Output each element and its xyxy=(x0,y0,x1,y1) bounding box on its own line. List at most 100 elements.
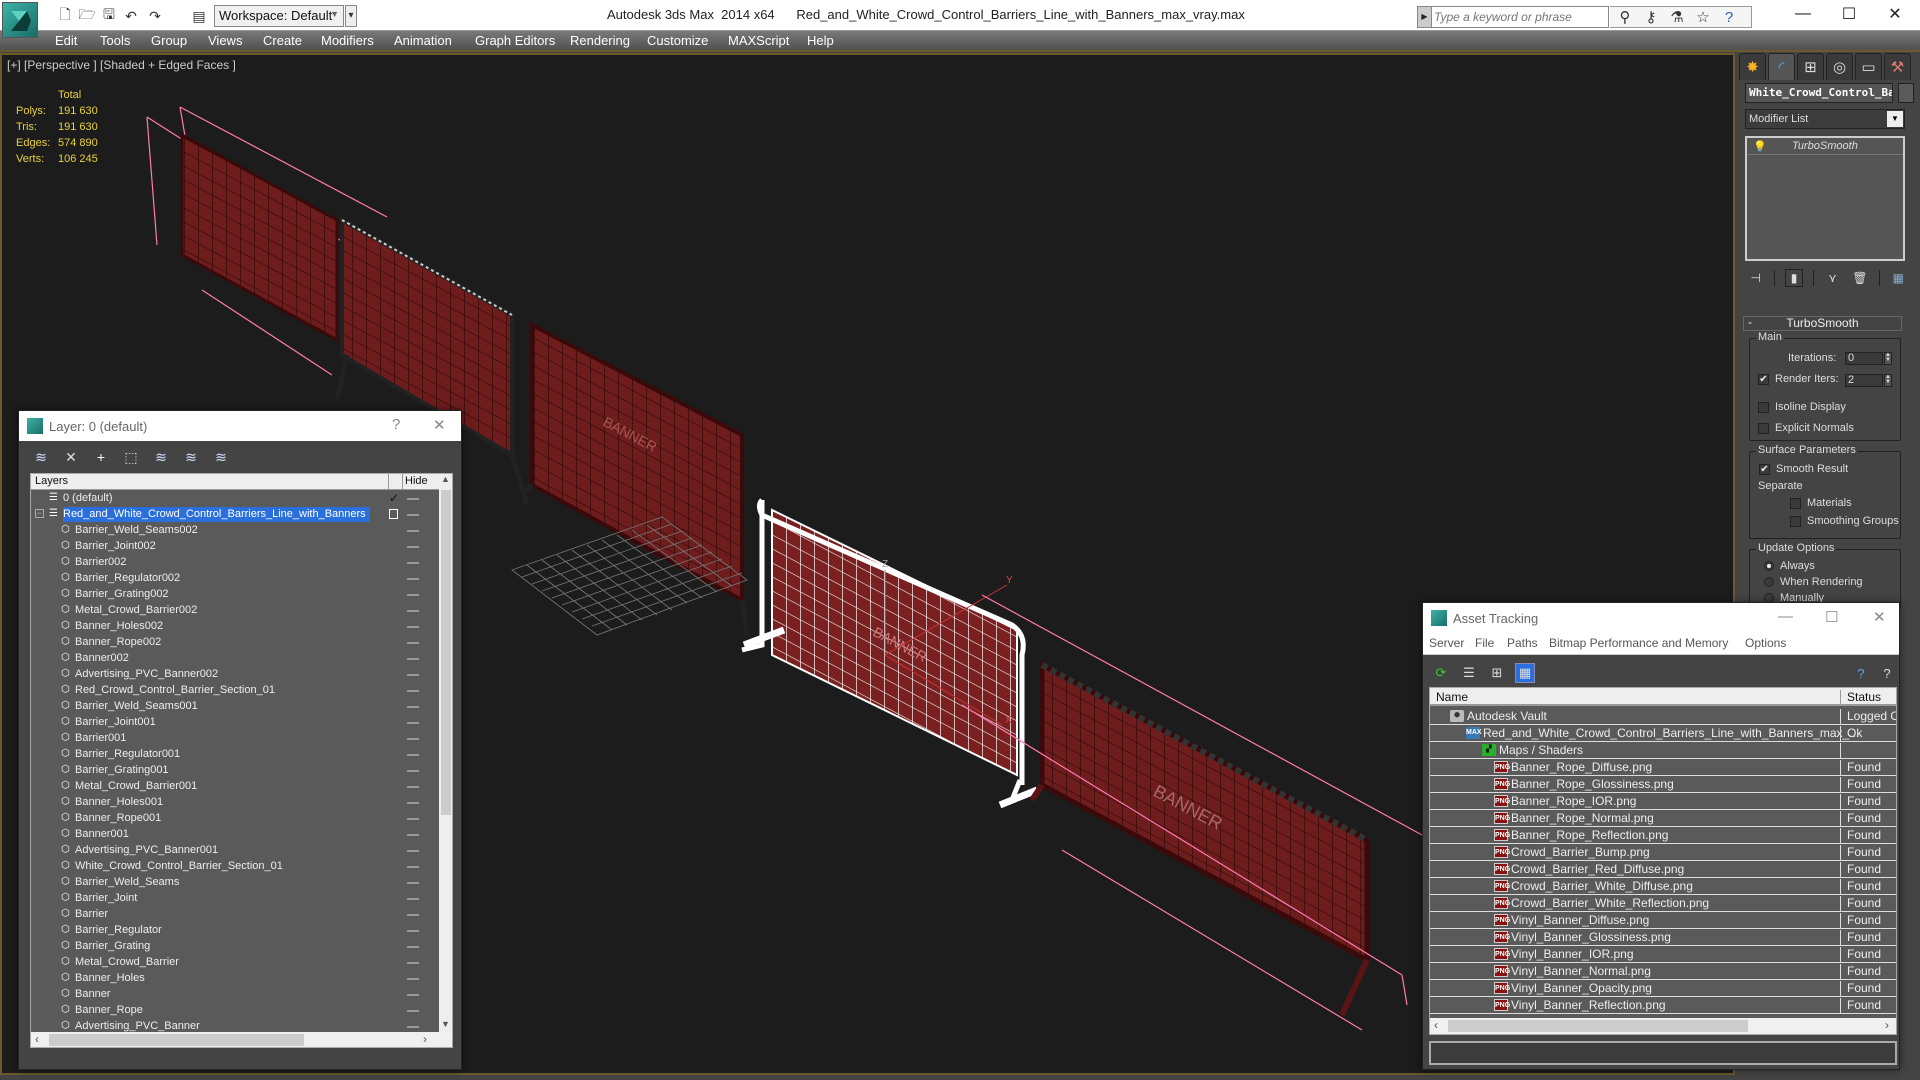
layer-row[interactable]: − ☰ Red_and_White_Crowd_Control_Barriers_L… xyxy=(31,507,439,523)
hide-toggle[interactable] xyxy=(407,738,419,740)
scroll-up-icon[interactable]: ▲ xyxy=(441,474,450,484)
layer-object-row[interactable]: ⬡ Barrier002 xyxy=(31,555,439,571)
column-hide[interactable]: Hide xyxy=(405,475,428,487)
app-menu-button[interactable] xyxy=(2,2,38,38)
layer-row[interactable]: ☰ 0 (default) ✓ xyxy=(31,491,439,507)
remove-modifier-icon[interactable]: 🗑 xyxy=(1851,269,1868,287)
hide-toggle[interactable] xyxy=(407,930,419,932)
render-iters-checkbox[interactable]: ✔ xyxy=(1758,374,1769,385)
asset-row[interactable]: PNG Vinyl_Banner_Reflection.png Found xyxy=(1430,997,1896,1014)
undo-icon[interactable]: ↶ xyxy=(122,7,140,25)
asset-menu-bitmap-performance[interactable]: Bitmap Performance and Memory xyxy=(1549,636,1728,650)
context-help-icon[interactable]: ? xyxy=(1877,663,1897,683)
layer-object-row[interactable]: ⬡ Banner_Holes001 xyxy=(31,795,439,811)
hide-toggle[interactable] xyxy=(407,722,419,724)
menu-edit[interactable]: Edit xyxy=(55,33,77,48)
layer-object-row[interactable]: ⬡ Barrier_Regulator002 xyxy=(31,571,439,587)
menu-graph-editors[interactable]: Graph Editors xyxy=(475,33,555,48)
refresh-icon[interactable]: ⟳ xyxy=(1431,663,1451,683)
layer-object-row[interactable]: ⬡ Barrier_Weld_Seams xyxy=(31,875,439,891)
layer-object-row[interactable]: ⬡ Banner002 xyxy=(31,651,439,667)
scroll-down-icon[interactable]: ▼ xyxy=(441,1019,450,1029)
hide-toggle[interactable] xyxy=(407,1010,419,1012)
layer-object-row[interactable]: ⬡ Banner xyxy=(31,987,439,1003)
asset-row[interactable]: PNG Vinyl_Banner_IOR.png Found xyxy=(1430,946,1896,963)
asset-row[interactable]: ⬢Autodesk Vault Logged Out xyxy=(1430,708,1896,725)
hide-toggle[interactable] xyxy=(407,674,419,676)
vertical-scrollbar[interactable]: ▲ ▼ xyxy=(439,474,452,1032)
hide-toggle[interactable] xyxy=(407,578,419,580)
hide-toggle[interactable] xyxy=(407,1026,419,1028)
help-button[interactable]: ? xyxy=(392,416,400,433)
make-unique-icon[interactable]: ⋎ xyxy=(1824,269,1841,287)
asset-row[interactable]: ▞ Maps / Shaders xyxy=(1430,742,1896,759)
layer-object-row[interactable]: ⬡ Banner001 xyxy=(31,827,439,843)
asset-dialog-titlebar[interactable]: Asset Tracking — ☐ ✕ xyxy=(1423,603,1899,633)
layer-object-row[interactable]: ⬡ Barrier_Weld_Seams001 xyxy=(31,699,439,715)
object-name-field[interactable]: White_Crowd_Control_Ba xyxy=(1745,83,1893,103)
expand-arrow-icon[interactable]: ▶ xyxy=(1418,7,1432,27)
open-file-icon[interactable]: 🗁 xyxy=(78,6,96,25)
horizontal-scrollbar[interactable]: ‹ › xyxy=(1430,1018,1896,1034)
table-view-icon[interactable]: ▦ xyxy=(1515,663,1535,683)
layer-object-row[interactable]: ⬡ Metal_Crowd_Barrier002 xyxy=(31,603,439,619)
layer-properties-icon[interactable]: ≋ xyxy=(211,447,231,467)
column-layers[interactable]: Layers xyxy=(35,475,68,487)
asset-row[interactable]: PNG Crowd_Barrier_White_Diffuse.png Found xyxy=(1430,878,1896,895)
asset-row[interactable]: PNG Vinyl_Banner_Opacity.png Found xyxy=(1430,980,1896,997)
asset-row[interactable]: PNG Crowd_Barrier_Red_Diffuse.png Found xyxy=(1430,861,1896,878)
asset-row[interactable]: MAX Red_and_White_Crowd_Control_Barriers_… xyxy=(1430,725,1896,742)
object-color-swatch[interactable] xyxy=(1898,83,1914,103)
hide-toggle[interactable] xyxy=(407,834,419,836)
menu-create[interactable]: Create xyxy=(263,33,302,48)
layer-object-row[interactable]: ⬡ Barrier_Regulator001 xyxy=(31,747,439,763)
create-layer-icon[interactable]: ≋ xyxy=(31,447,51,467)
layer-object-row[interactable]: ⬡ Banner_Holes002 xyxy=(31,619,439,635)
hide-toggle[interactable] xyxy=(407,866,419,868)
close-button[interactable]: ✕ xyxy=(1872,0,1918,28)
set-current-layer-box[interactable] xyxy=(389,509,398,519)
select-layer-icon[interactable]: ≋ xyxy=(151,447,171,467)
modify-tab-icon[interactable]: ◜ xyxy=(1768,53,1795,80)
motion-tab-icon[interactable]: ◎ xyxy=(1826,53,1853,80)
scroll-thumb[interactable] xyxy=(441,490,451,815)
stack-item-turbosmooth[interactable]: 💡 TurboSmooth xyxy=(1747,138,1903,155)
asset-row[interactable]: PNG Crowd_Barrier_White_Reflection.png Fou… xyxy=(1430,895,1896,912)
layer-object-row[interactable]: ⬡ Metal_Crowd_Barrier xyxy=(31,955,439,971)
hide-toggle[interactable] xyxy=(407,498,419,500)
hide-toggle[interactable] xyxy=(407,562,419,564)
display-tab-icon[interactable]: ▭ xyxy=(1855,53,1882,80)
hide-toggle[interactable] xyxy=(407,962,419,964)
scroll-left-icon[interactable]: ‹ xyxy=(1434,1018,1438,1032)
hide-toggle[interactable] xyxy=(407,914,419,916)
hide-toggle[interactable] xyxy=(407,546,419,548)
isoline-display-checkbox[interactable] xyxy=(1758,402,1769,413)
scroll-thumb[interactable] xyxy=(49,1034,304,1046)
hide-toggle[interactable] xyxy=(407,850,419,852)
select-objects-icon[interactable]: ⬚ xyxy=(121,447,141,467)
layer-dialog-titlebar[interactable]: Layer: 0 (default) ? ✕ xyxy=(19,411,461,441)
layer-object-row[interactable]: ⬡ Barrier_Grating xyxy=(31,939,439,955)
minimize-button[interactable]: — xyxy=(1778,608,1793,625)
turbosmooth-rollout-header[interactable]: - TurboSmooth xyxy=(1743,316,1902,331)
render-iters-spinner[interactable]: 2 xyxy=(1845,374,1883,387)
layer-object-row[interactable]: ⬡ Barrier_Regulator xyxy=(31,923,439,939)
help-globe-icon[interactable]: ? xyxy=(1851,663,1871,683)
hide-toggle[interactable] xyxy=(407,706,419,708)
list-view-icon[interactable]: ☰ xyxy=(1459,663,1479,683)
help-icon[interactable]: ? xyxy=(1720,8,1738,26)
menu-modifiers[interactable]: Modifiers xyxy=(321,33,374,48)
maximize-button[interactable]: ☐ xyxy=(1826,0,1872,28)
menu-maxscript[interactable]: MAXScript xyxy=(728,33,789,48)
layer-object-row[interactable]: ⬡ Barrier_Grating001 xyxy=(31,763,439,779)
infocenter-search[interactable]: ▶ xyxy=(1417,6,1609,28)
asset-row[interactable]: PNG Vinyl_Banner_Diffuse.png Found xyxy=(1430,912,1896,929)
asset-row[interactable]: PNG Banner_Rope_Diffuse.png Found xyxy=(1430,759,1896,776)
scroll-thumb[interactable] xyxy=(1448,1020,1748,1032)
hide-toggle[interactable] xyxy=(407,594,419,596)
search-input[interactable] xyxy=(1434,9,1604,25)
modifier-list-dropdown[interactable]: Modifier List ▼ xyxy=(1745,109,1905,129)
layer-object-row[interactable]: ⬡ Barrier xyxy=(31,907,439,923)
hide-toggle[interactable] xyxy=(407,754,419,756)
hide-toggle[interactable] xyxy=(407,898,419,900)
